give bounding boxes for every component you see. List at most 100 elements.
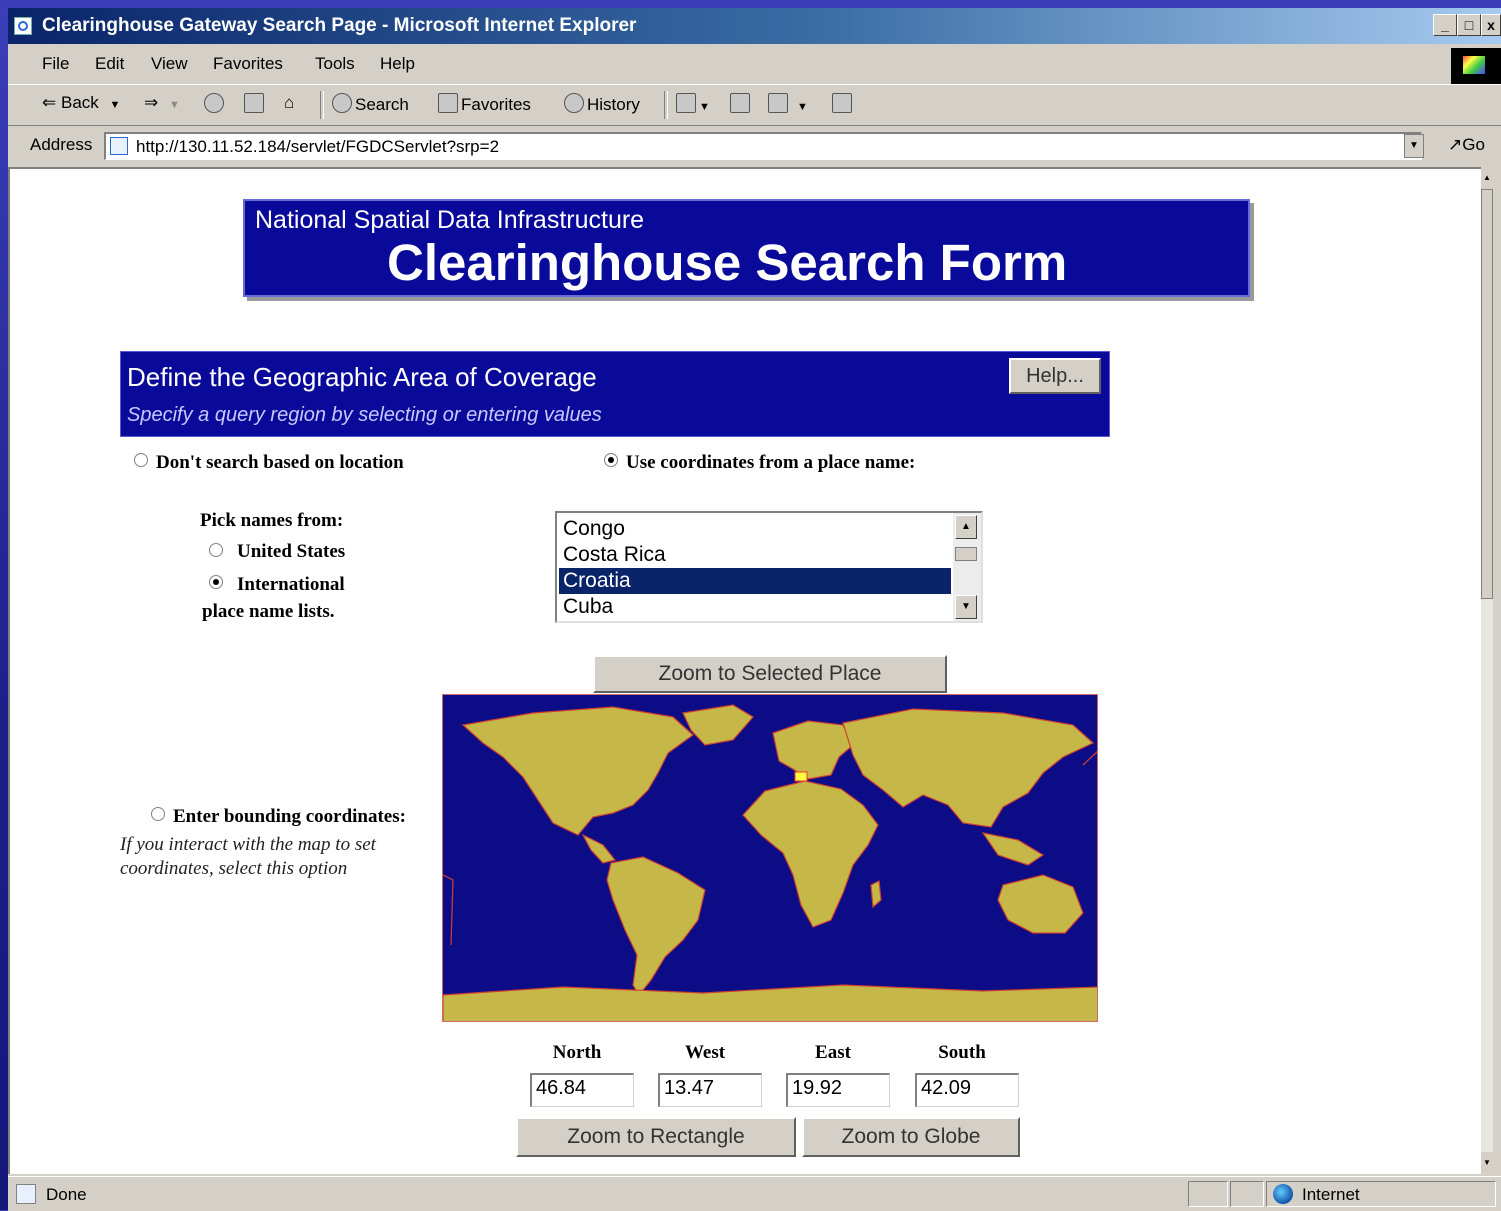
listbox-scroll-thumb[interactable] xyxy=(955,547,977,561)
south-label: South xyxy=(938,1042,986,1063)
banner-subtitle: National Spatial Data Infrastructure xyxy=(255,206,645,234)
menu-view[interactable]: View xyxy=(151,54,188,74)
menu-tools[interactable]: Tools xyxy=(315,54,355,74)
stop-button[interactable] xyxy=(204,93,227,115)
address-input[interactable]: http://130.11.52.184/servlet/FGDCServlet… xyxy=(104,132,1422,160)
map-madagascar xyxy=(870,880,882,909)
security-zone: Internet xyxy=(1302,1185,1360,1204)
mail-button[interactable]: ▼ xyxy=(676,93,710,115)
refresh-icon xyxy=(244,93,264,113)
status-panel xyxy=(1230,1181,1264,1207)
word-icon xyxy=(768,93,788,113)
favorites-button[interactable]: Favorites xyxy=(438,93,531,115)
header-banner: National Spatial Data Infrastructure Cle… xyxy=(243,199,1250,297)
forward-button[interactable]: ⇒ ▼ xyxy=(144,93,180,113)
map-edge-line-right xyxy=(1082,751,1097,766)
status-text: Done xyxy=(46,1185,87,1204)
international-radio[interactable] xyxy=(209,575,223,589)
use-place-label: Use coordinates from a place name: xyxy=(626,452,916,473)
bounding-coords-radio[interactable] xyxy=(151,807,165,821)
scroll-down-icon[interactable]: ▼ xyxy=(1481,1152,1493,1174)
maximize-button[interactable]: □ xyxy=(1457,14,1481,36)
menu-favorites[interactable]: Favorites xyxy=(213,54,283,74)
map-australia xyxy=(997,874,1084,934)
page-title: Clearinghouse Search Form xyxy=(387,234,1068,291)
pick-names-label: Pick names from: xyxy=(200,510,344,531)
map-south-america xyxy=(606,856,706,997)
print-icon xyxy=(730,93,750,113)
favorites-icon xyxy=(438,93,458,113)
history-button[interactable]: History xyxy=(564,93,640,115)
map-asia xyxy=(842,708,1095,828)
help-button[interactable]: Help... xyxy=(1009,358,1101,394)
bounding-hint-line1: If you interact with the map to set xyxy=(120,834,376,855)
place-listbox[interactable]: Congo Costa Rica Croatia Cuba ▲ ▼ xyxy=(555,511,983,623)
listbox-scrollbar[interactable]: ▲ ▼ xyxy=(953,513,981,621)
map-southeast-asia xyxy=(981,832,1045,866)
search-icon xyxy=(332,93,352,113)
use-place-radio[interactable] xyxy=(604,453,618,467)
refresh-button[interactable] xyxy=(244,93,267,115)
world-map-graphic xyxy=(443,704,1097,1021)
status-bar: Done Internet xyxy=(8,1176,1501,1211)
internet-globe-icon xyxy=(1273,1184,1293,1204)
section-title: Define the Geographic Area of Coverage xyxy=(127,362,597,392)
go-label: Go xyxy=(1462,135,1485,154)
list-item[interactable]: Costa Rica xyxy=(559,542,951,568)
stop-icon xyxy=(204,93,224,113)
mail-dropdown-icon: ▼ xyxy=(699,101,710,113)
united-states-radio[interactable] xyxy=(209,543,223,557)
list-item-selected[interactable]: Croatia xyxy=(559,568,951,594)
scroll-down-icon[interactable]: ▼ xyxy=(955,595,977,619)
page-scroll-thumb[interactable] xyxy=(1481,189,1493,599)
menu-file[interactable]: File xyxy=(42,54,69,74)
zoom-to-rectangle-button[interactable]: Zoom to Rectangle xyxy=(516,1117,796,1157)
map-central-america xyxy=(581,833,617,864)
scroll-up-icon[interactable]: ▲ xyxy=(1481,167,1493,189)
search-button[interactable]: Search xyxy=(332,93,409,115)
page-scrollbar[interactable]: ▲ ▼ xyxy=(1481,167,1493,1174)
window-title: Clearinghouse Gateway Search Page - Micr… xyxy=(42,15,637,36)
edit-button[interactable]: ▼ xyxy=(768,93,808,115)
toolbar-separator xyxy=(320,91,324,119)
zone-panel xyxy=(1266,1181,1496,1207)
minimize-button[interactable]: _ xyxy=(1433,14,1457,36)
list-item[interactable]: Cuba xyxy=(559,594,951,620)
list-item[interactable]: Congo xyxy=(559,516,951,542)
toolbar-separator xyxy=(664,91,668,119)
mail-icon xyxy=(676,93,696,113)
east-input[interactable]: 19.92 xyxy=(786,1073,890,1107)
history-label: History xyxy=(587,95,640,114)
no-location-radio[interactable] xyxy=(134,453,148,467)
discuss-icon xyxy=(832,93,852,113)
south-input[interactable]: 42.09 xyxy=(915,1073,1019,1107)
discuss-button[interactable] xyxy=(832,93,855,115)
map-africa xyxy=(742,780,879,928)
menu-edit[interactable]: Edit xyxy=(95,54,124,74)
north-input[interactable]: 46.84 xyxy=(530,1073,634,1107)
zoom-to-globe-button[interactable]: Zoom to Globe xyxy=(802,1117,1020,1157)
forward-dropdown-icon[interactable]: ▼ xyxy=(169,99,180,111)
back-dropdown-icon[interactable]: ▼ xyxy=(110,99,121,111)
west-input[interactable]: 13.47 xyxy=(658,1073,762,1107)
menu-help[interactable]: Help xyxy=(380,54,415,74)
map-antarctica xyxy=(443,984,1097,1021)
close-button[interactable]: x xyxy=(1481,14,1501,36)
united-states-label: United States xyxy=(237,541,346,562)
go-button[interactable]: ↗Go xyxy=(1448,135,1485,155)
place-lists-label: place name lists. xyxy=(202,601,335,622)
zoom-to-place-button[interactable]: Zoom to Selected Place xyxy=(593,655,947,693)
forward-arrow-icon: ⇒ xyxy=(144,93,159,112)
back-button[interactable]: ⇐ Back ▼ xyxy=(42,93,120,113)
print-button[interactable] xyxy=(730,93,753,115)
address-dropdown-icon[interactable]: ▼ xyxy=(1404,134,1424,158)
title-bar: Clearinghouse Gateway Search Page - Micr… xyxy=(8,8,1501,44)
page-done-icon xyxy=(16,1184,36,1204)
scroll-up-icon[interactable]: ▲ xyxy=(955,515,977,539)
windows-logo-icon xyxy=(1451,48,1501,84)
map-north-america xyxy=(461,706,694,836)
search-label: Search xyxy=(355,95,409,114)
home-button[interactable]: ⌂ xyxy=(284,93,294,113)
world-map[interactable] xyxy=(442,694,1098,1022)
map-greenland xyxy=(682,704,754,746)
